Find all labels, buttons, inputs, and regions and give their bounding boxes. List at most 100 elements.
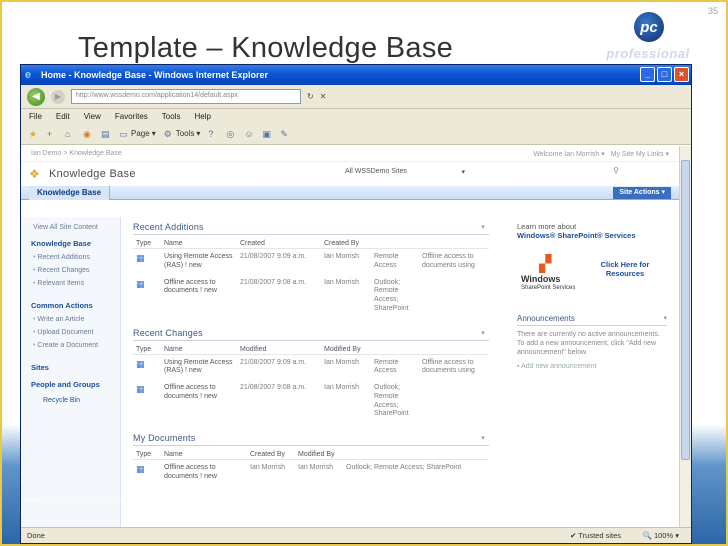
col-modified[interactable]: Modified	[237, 344, 321, 355]
ql-relevant-items[interactable]: Relevant Items	[21, 277, 120, 290]
menu-view[interactable]: View	[84, 112, 101, 121]
table-row[interactable]: ▦ Using Remote Access (RAS) ! new 21/08/…	[133, 249, 489, 275]
window-title: Home - Knowledge Base - Windows Internet…	[41, 70, 268, 80]
welcome-menu[interactable]: Welcome Ian Morrish ▾ My Site My Links ▾	[533, 150, 669, 158]
table-row[interactable]: ▦ Offline access to documents ! new 21/0…	[133, 275, 489, 318]
row-created-by[interactable]: Ian Morrish	[247, 460, 295, 486]
ql-recent-additions[interactable]: Recent Additions	[21, 251, 120, 264]
row-by[interactable]: Ian Morrish	[321, 249, 371, 275]
ql-recent-changes[interactable]: Recent Changes	[21, 264, 120, 277]
row-name[interactable]: Using Remote Access (RAS) ! new	[161, 249, 237, 275]
menu-tools[interactable]: Tools	[162, 112, 181, 121]
onenote-icon[interactable]: ▣	[262, 129, 272, 139]
learn-more-block[interactable]: Learn more about Windows® SharePoint® Se…	[517, 222, 667, 240]
address-bar: ◀ ▶ http://www.wssdemo.com/application14…	[21, 85, 691, 109]
menu-bar: File Edit View Favorites Tools Help	[21, 109, 691, 123]
ql-write-article[interactable]: Write an Article	[21, 313, 120, 326]
zoom-control[interactable]: 🔍 100% ▾	[643, 531, 679, 540]
status-text: Done	[27, 531, 45, 540]
view-all-content-link[interactable]: View All Site Content	[21, 221, 120, 234]
scroll-thumb[interactable]	[681, 160, 690, 460]
recent-changes-title[interactable]: Recent Changes	[133, 328, 203, 338]
chevron-down-icon[interactable]: ▾	[481, 329, 485, 337]
menu-help[interactable]: Help	[194, 112, 210, 121]
menu-edit[interactable]: Edit	[56, 112, 70, 121]
col-type[interactable]: Type	[133, 239, 161, 249]
col-type[interactable]: Type	[133, 344, 161, 355]
row-by[interactable]: Ian Morrish	[321, 354, 371, 380]
refresh-icon[interactable]: ↻	[307, 92, 314, 101]
ql-people-groups[interactable]: People and Groups	[21, 375, 120, 392]
table-row[interactable]: ▦ Offline access to documents ! new 21/0…	[133, 380, 489, 423]
col-modified-by[interactable]: Modified By	[295, 450, 343, 460]
row-name[interactable]: Offline access to documents ! new	[161, 275, 237, 318]
row-name[interactable]: Using Remote Access (RAS) ! new	[161, 354, 237, 380]
page-menu[interactable]: ▭ Page ▾	[119, 129, 156, 139]
ql-upload-document[interactable]: Upload Document	[21, 326, 120, 339]
my-documents-title[interactable]: My Documents	[133, 433, 195, 443]
global-breadcrumb[interactable]: Ian Demo > Knowledge Base	[31, 150, 122, 157]
col-created-by[interactable]: Created By	[247, 450, 295, 460]
windows-sharepoint-promo[interactable]: ▞ Windows SharePoint Services Click Here…	[517, 254, 667, 298]
add-announcement-link[interactable]: ▪ Add new announcement	[517, 363, 667, 370]
table-row[interactable]: ▦ Offline access to documents ! new Ian …	[133, 460, 489, 486]
chevron-down-icon[interactable]: ▾	[481, 434, 485, 442]
watermark: www.templateerootool.com	[24, 495, 133, 505]
row-modified-by[interactable]: Ian Morrish	[295, 460, 343, 486]
security-zone[interactable]: ✔ Trusted sites	[570, 531, 621, 540]
ql-common-actions[interactable]: Common Actions	[21, 296, 120, 313]
home-icon[interactable]: ⌂	[65, 129, 75, 139]
row-by[interactable]: Ian Morrish	[321, 275, 371, 318]
doc-icon: ▦	[136, 358, 145, 369]
row-name[interactable]: Offline access to documents ! new	[161, 380, 237, 423]
menu-favorites[interactable]: Favorites	[115, 112, 148, 121]
col-modified-by[interactable]: Modified By	[321, 344, 371, 355]
add-favorite-icon[interactable]: +	[47, 129, 57, 139]
forward-button[interactable]: ▶	[51, 89, 65, 104]
row-name[interactable]: Offline access to documents ! new	[161, 460, 247, 486]
browser-window: e Home - Knowledge Base - Windows Intern…	[20, 64, 692, 544]
research-icon[interactable]: ◎	[226, 129, 236, 139]
site-actions-button[interactable]: Site Actions ▾	[613, 187, 671, 199]
table-row[interactable]: ▦ Using Remote Access (RAS) ! new 21/08/…	[133, 354, 489, 380]
ql-knowledge-base[interactable]: Knowledge Base	[21, 234, 120, 251]
messenger-icon[interactable]: ☺	[244, 129, 254, 139]
site-title[interactable]: Knowledge Base	[49, 168, 136, 180]
minimize-button[interactable]: _	[640, 67, 655, 82]
search-icon[interactable]: ⚲	[613, 166, 619, 175]
chevron-down-icon[interactable]: ▾	[481, 223, 485, 231]
search-scope-select[interactable]: All WSSDemo Sites ▾	[345, 168, 465, 176]
chevron-down-icon[interactable]: ▾	[663, 314, 667, 322]
window-titlebar[interactable]: e Home - Knowledge Base - Windows Intern…	[21, 65, 691, 85]
col-name[interactable]: Name	[161, 450, 247, 460]
top-nav: Knowledge Base Site Actions ▾	[21, 186, 679, 200]
col-name[interactable]: Name	[161, 344, 237, 355]
col-tag	[371, 344, 419, 355]
tab-knowledge-base[interactable]: Knowledge Base	[29, 186, 111, 200]
col-type[interactable]: Type	[133, 450, 161, 460]
menu-file[interactable]: File	[29, 112, 42, 121]
announcements-title[interactable]: Announcements	[517, 314, 575, 323]
recent-additions-title[interactable]: Recent Additions	[133, 222, 204, 232]
click-here-link[interactable]: Click Here for Resources	[595, 260, 655, 279]
close-button[interactable]: ×	[674, 67, 689, 82]
stop-icon[interactable]: ✕	[320, 92, 327, 101]
ql-sites[interactable]: Sites	[21, 358, 120, 375]
help-icon[interactable]: ?	[208, 129, 218, 139]
vertical-scrollbar[interactable]	[679, 146, 691, 527]
feeds-icon[interactable]: ◉	[83, 129, 93, 139]
url-input[interactable]: http://www.wssdemo.com/application14/def…	[71, 89, 301, 104]
blog-icon[interactable]: ✎	[280, 129, 290, 139]
col-name[interactable]: Name	[161, 239, 237, 249]
tools-menu[interactable]: ⚙ Tools ▾	[164, 129, 201, 139]
ql-create-document[interactable]: Create a Document	[21, 339, 120, 352]
back-button[interactable]: ◀	[27, 87, 45, 106]
col-created[interactable]: Created	[237, 239, 321, 249]
maximize-button[interactable]: □	[657, 67, 672, 82]
ql-recycle-bin[interactable]: Recycle Bin	[21, 392, 120, 407]
favorites-star-icon[interactable]: ★	[29, 129, 39, 139]
print-icon[interactable]: ▤	[101, 129, 111, 139]
col-created-by[interactable]: Created By	[321, 239, 371, 249]
logo-text: professional	[606, 46, 690, 61]
row-by[interactable]: Ian Morrish	[321, 380, 371, 423]
